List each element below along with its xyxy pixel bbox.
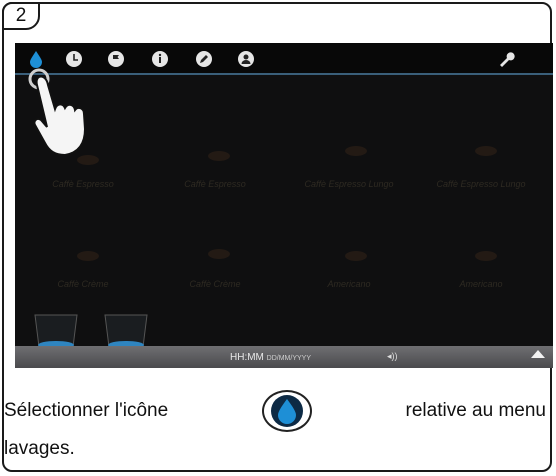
water-drop-icon [261,390,312,432]
beverage-tile-5[interactable]: Caffè Crème [23,279,143,289]
step-number: 2 [15,5,27,26]
beverage-tile-3[interactable]: Caffè Espresso Lungo [289,179,409,189]
status-bar: HH:MM DD/MM/YYYY ◂)) [15,346,553,368]
water-drop-icon[interactable] [27,50,45,68]
chevron-up-icon[interactable] [531,350,545,358]
machine-screen: Caffè Espresso Caffè Espresso Caffè Espr… [15,43,553,368]
instruction-before: Sélectionner l'icône [4,400,169,421]
user-profile-icon[interactable] [237,50,255,68]
beverage-tile-7[interactable]: Americano [289,279,409,289]
instruction-after: relative au menu [405,400,546,421]
beverage-tile-6[interactable]: Caffè Crème [155,279,275,289]
pointing-hand-icon [28,68,87,157]
flag-icon[interactable] [107,50,125,68]
beverage-tile-2[interactable]: Caffè Espresso [155,179,275,189]
clock-display: HH:MM DD/MM/YYYY [230,352,312,363]
instruction-text: Sélectionner l'icône relative au menu la… [4,390,548,466]
step-number-badge: 2 [2,2,40,30]
wrench-icon[interactable] [497,50,515,68]
instruction-line2: lavages. [4,438,75,459]
info-icon[interactable] [151,50,169,68]
beverage-tile-1[interactable]: Caffè Espresso [23,179,143,189]
clock-icon[interactable] [65,50,83,68]
beverage-tile-4[interactable]: Caffè Espresso Lungo [421,179,541,189]
beverage-tile-8[interactable]: Americano [421,279,541,289]
top-toolbar [15,43,553,75]
pencil-icon[interactable] [195,50,213,68]
volume-icon[interactable]: ◂)) [387,351,398,362]
